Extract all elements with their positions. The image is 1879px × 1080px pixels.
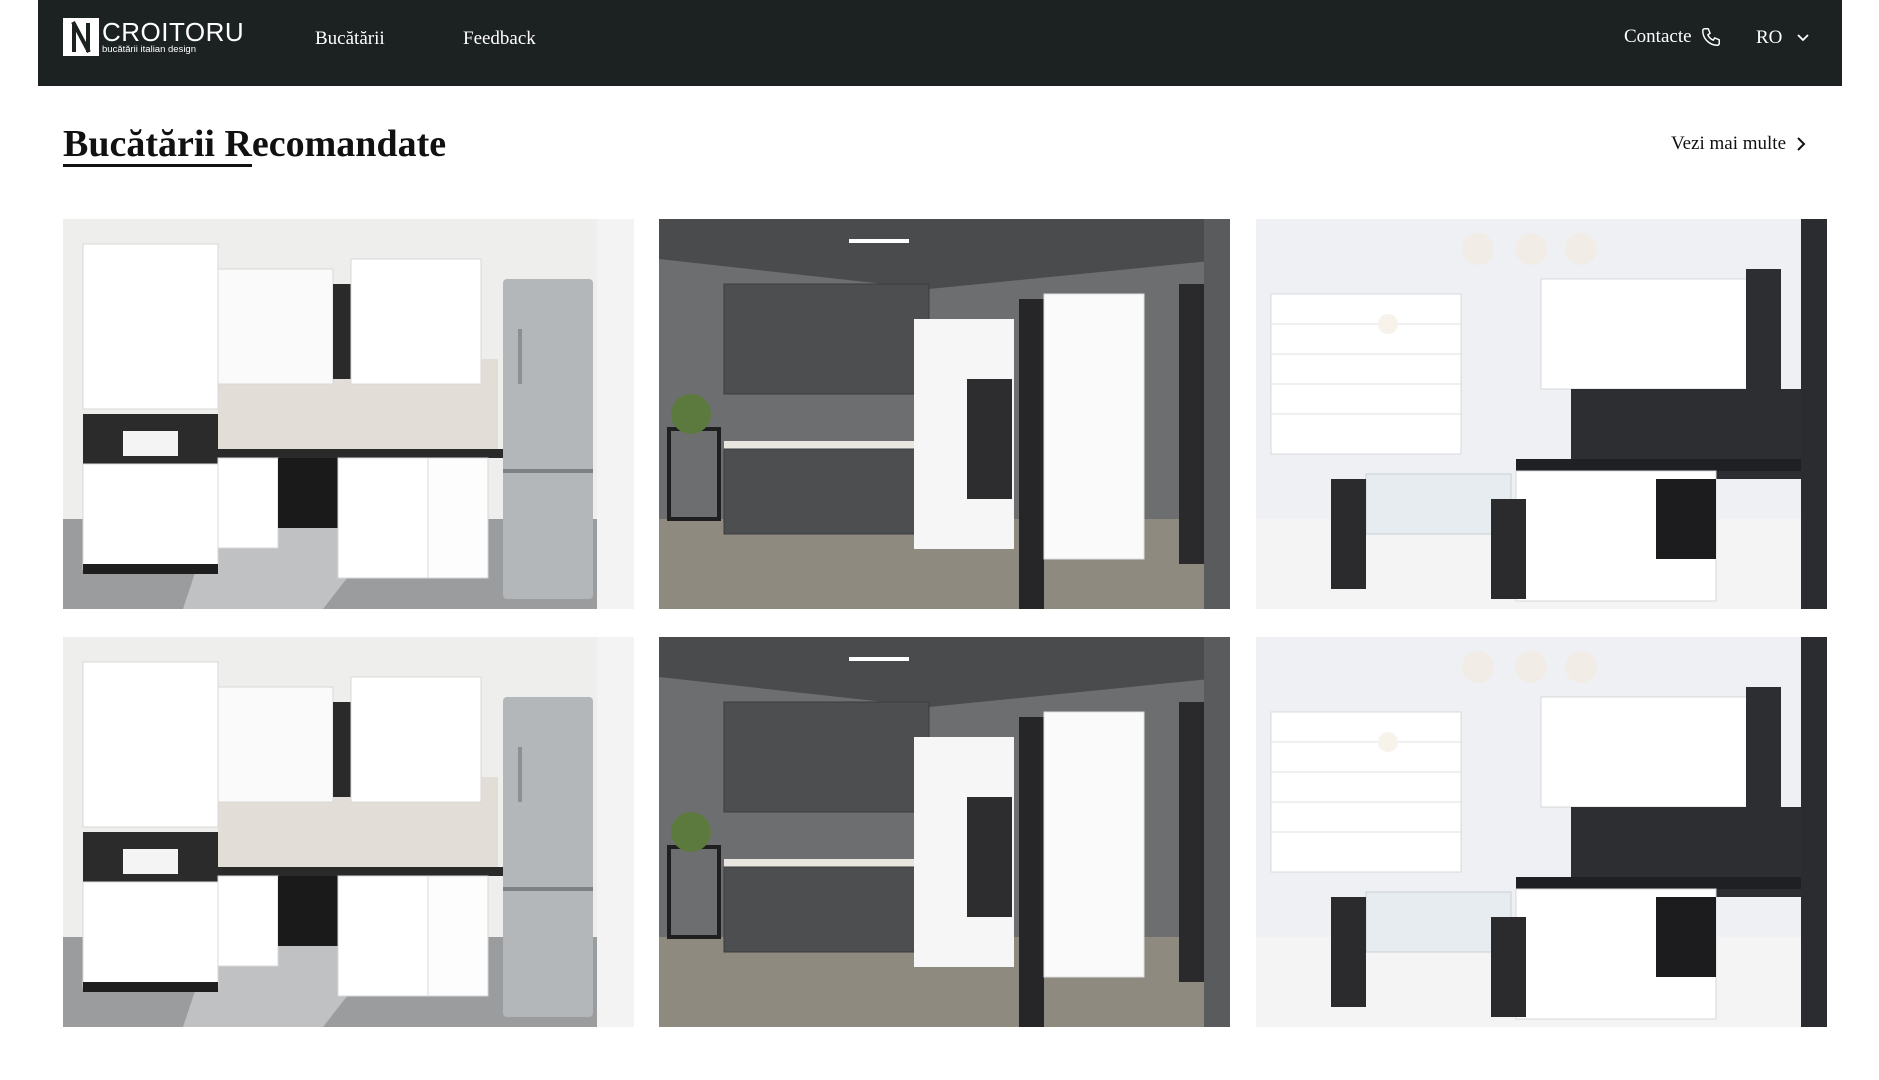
logo[interactable]: CROITORU bucătării italian design xyxy=(63,17,245,58)
top-navigation-bar: CROITORU bucătării italian design Bucătă… xyxy=(38,0,1842,86)
page: CROITORU bucătării italian design Bucătă… xyxy=(0,0,1879,1080)
logo-tagline: bucătării italian design xyxy=(102,44,197,55)
chevron-right-icon xyxy=(1797,137,1806,151)
kitchen-photo xyxy=(659,637,1230,1027)
logo-mark-icon xyxy=(63,18,99,56)
kitchen-photo xyxy=(63,637,634,1027)
kitchen-card[interactable] xyxy=(63,637,634,1027)
kitchen-card[interactable] xyxy=(659,219,1230,609)
kitchen-photo xyxy=(1256,219,1827,609)
contact-label: Contacte xyxy=(1624,26,1692,47)
kitchen-card[interactable] xyxy=(63,219,634,609)
kitchen-photo xyxy=(659,219,1230,609)
contact-link[interactable]: Contacte xyxy=(1624,26,1722,48)
logo-name: CROITORU xyxy=(102,17,245,47)
section-title: Bucătării Recomandate xyxy=(63,123,447,165)
kitchen-photo xyxy=(63,219,634,609)
phone-icon xyxy=(1701,28,1720,46)
kitchen-card[interactable] xyxy=(659,637,1230,1027)
nav-link-kitchens[interactable]: Bucătării xyxy=(315,28,385,50)
kitchen-card[interactable] xyxy=(1256,637,1827,1027)
kitchen-card[interactable] xyxy=(1256,219,1827,609)
see-more-link[interactable]: Vezi mai multe xyxy=(1671,133,1806,155)
title-underline xyxy=(63,164,252,167)
language-label: RO xyxy=(1756,27,1783,48)
nav-link-feedback[interactable]: Feedback xyxy=(463,28,536,50)
see-more-label: Vezi mai multe xyxy=(1671,133,1787,154)
chevron-down-icon xyxy=(1797,34,1810,42)
language-selector[interactable]: RO xyxy=(1756,27,1810,49)
kitchen-photo xyxy=(1256,637,1827,1027)
